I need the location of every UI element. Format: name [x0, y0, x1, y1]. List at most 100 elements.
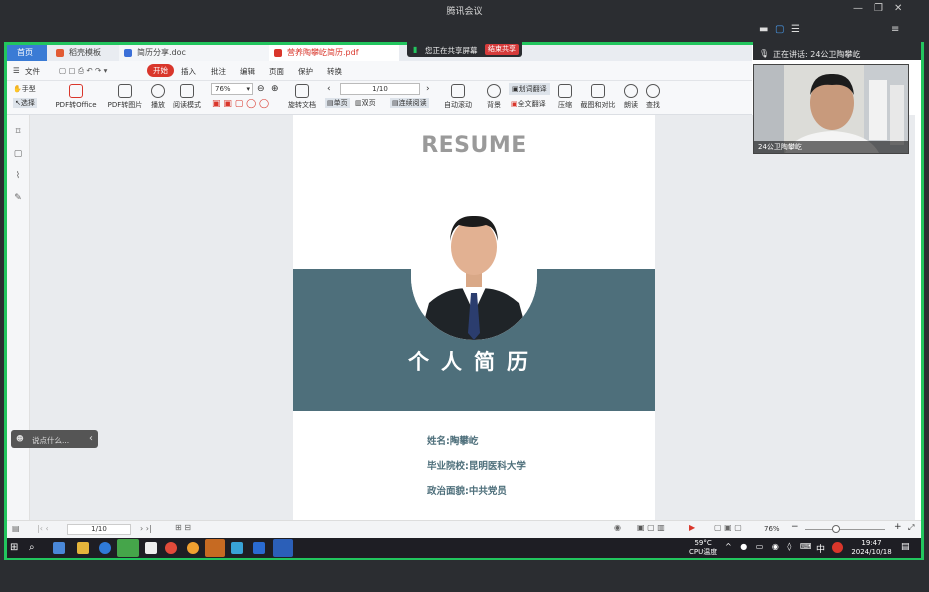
info-name-value: 陶攀屹: [449, 436, 479, 447]
input-method-icon[interactable]: [832, 542, 843, 553]
pdf-to-image-button[interactable]: PDF转图片: [105, 84, 145, 110]
display-icons[interactable]: ▢ ▣ ▢: [714, 523, 742, 532]
next-last-page-icons[interactable]: › ›|: [140, 524, 152, 533]
continuous-read-button[interactable]: ▤连续阅读: [390, 98, 429, 108]
notes-icon[interactable]: [145, 542, 157, 554]
search-button[interactable]: 查找: [643, 84, 663, 110]
single-page-button[interactable]: ▤单页: [325, 98, 350, 108]
panel-window-icon[interactable]: ▢: [775, 24, 784, 35]
edge-icon[interactable]: [99, 542, 111, 554]
select-tool[interactable]: ↖选择: [13, 98, 37, 108]
close-icon[interactable]: ✕: [894, 3, 902, 14]
read-mode-button[interactable]: 阅读模式: [171, 84, 203, 110]
chat-input[interactable]: ☻ 说点什么... ‹: [11, 430, 98, 448]
background-label: 背景: [487, 101, 501, 109]
clock[interactable]: 19:47 2024/10/18: [849, 539, 894, 557]
word-translate-button[interactable]: ▣划词翻译: [509, 83, 550, 95]
zoom-out-icon[interactable]: ⊖: [257, 84, 265, 94]
tab-resume-pdf[interactable]: 营养陶攀屹简历.pdf: [269, 45, 399, 61]
zoom-slider-handle[interactable]: [832, 525, 840, 533]
hand-tool[interactable]: ✋手型: [13, 84, 36, 94]
stop-share-button[interactable]: 结束共享: [485, 44, 519, 55]
menu-page[interactable]: 页面: [269, 66, 284, 77]
ime-indicator[interactable]: 中: [816, 542, 825, 555]
document-tab-bar: 首页 稻壳模板 简历分享.doc 营养陶攀屹简历.pdf: [7, 45, 752, 61]
minimize-icon[interactable]: —: [853, 3, 863, 14]
page-ops-icons[interactable]: ⊞ ⊟: [175, 523, 191, 532]
menu-file[interactable]: 文件: [25, 66, 40, 77]
attachment-icon[interactable]: ⌇: [13, 171, 23, 181]
thumbnail-icon[interactable]: ▢: [13, 149, 23, 159]
clock-date: 2024/10/18: [851, 548, 892, 556]
puzzle-app-icon[interactable]: [231, 542, 243, 554]
rotate-icon: [295, 84, 309, 98]
screen-share-bar: ▮ 您正在共享屏幕 结束共享: [407, 42, 522, 57]
menu-convert[interactable]: 转换: [327, 66, 342, 77]
menu-protect[interactable]: 保护: [298, 66, 313, 77]
zoom-in-icon[interactable]: ⊕: [271, 84, 279, 94]
chrome-icon[interactable]: [165, 542, 177, 554]
rotate-document-button[interactable]: 旋转文档: [287, 84, 317, 110]
status-page-input[interactable]: 1/10: [67, 524, 131, 535]
notification-icon[interactable]: ▤: [901, 542, 910, 552]
eye-icon[interactable]: ◉: [614, 523, 621, 532]
tab-home[interactable]: 首页: [7, 45, 47, 61]
full-translate-button[interactable]: ▣全文翻译: [511, 99, 546, 109]
zoom-slider[interactable]: [805, 529, 885, 530]
tab-resume-doc[interactable]: 简历分享.doc: [119, 45, 269, 61]
status-zoom-out-icon[interactable]: −: [791, 522, 799, 532]
windows-start-icon[interactable]: ⊞: [10, 542, 22, 554]
page-tools-icons[interactable]: ▣ ▣ ▢ ◯ ◯: [212, 99, 269, 109]
info-political: 政治面貌:中共党员: [427, 483, 507, 497]
sidebar-toggle-icon[interactable]: ▤: [12, 524, 20, 533]
menu-insert[interactable]: 插入: [181, 66, 196, 77]
menu-annotate[interactable]: 批注: [211, 66, 226, 77]
participant-name: 24公卫陶攀屹: [754, 141, 908, 153]
next-page-icon[interactable]: ›: [426, 84, 430, 94]
play-button[interactable]: 播放: [147, 84, 169, 110]
wps-pdf-icon[interactable]: [205, 539, 225, 557]
single-page-label: 单页: [333, 99, 348, 107]
file-explorer-icon[interactable]: [77, 542, 89, 554]
auto-scroll-button[interactable]: 自动滚动: [439, 84, 477, 110]
prev-page-icon[interactable]: ‹: [327, 84, 331, 94]
panel-list-icon[interactable]: ☰: [791, 24, 800, 35]
screenshot-compare-button[interactable]: 截图和对比: [579, 84, 617, 110]
emoji-icon[interactable]: ☻: [16, 434, 24, 443]
compress-button[interactable]: 压缩: [555, 84, 575, 110]
browser-icon[interactable]: [187, 542, 199, 554]
background-button[interactable]: 背景: [483, 84, 505, 110]
taskbar-search-icon[interactable]: ⌕: [29, 542, 41, 554]
panel-minimize-icon[interactable]: ▬: [759, 24, 768, 35]
hamburger-icon[interactable]: ☰: [13, 66, 20, 75]
first-prev-page-icons[interactable]: |‹ ‹: [37, 524, 49, 533]
quick-access-icons[interactable]: ▢ ▢ ⎙ ↶ ↷ ▾: [59, 66, 107, 76]
word-icon[interactable]: [273, 539, 293, 557]
restore-icon[interactable]: ❐: [874, 3, 883, 14]
pdf-status-bar: ▤ |‹ ‹ 1/10 › ›| ⊞ ⊟ ◉ ▣ ▢ ▥ ▶ ▢ ▣ ▢ 76%…: [7, 520, 921, 538]
page-number-input[interactable]: 1/10: [340, 83, 420, 95]
participant-video[interactable]: 24公卫陶攀屹: [753, 64, 909, 154]
wechat-icon[interactable]: [117, 539, 139, 557]
cpu-temp-value: 59°C: [694, 539, 712, 547]
signature-icon[interactable]: ✎: [13, 193, 23, 203]
search-icon: [646, 84, 660, 98]
view-mode-icons[interactable]: ▣ ▢ ▥: [637, 523, 665, 532]
tray-icons[interactable]: ^ ● ▭ ◉ ◊ ⌨: [725, 542, 814, 551]
pdf-to-office-button[interactable]: PDF转Office: [53, 84, 99, 110]
play-mode-icon[interactable]: ▶: [689, 523, 695, 532]
menu-edit[interactable]: 编辑: [240, 66, 255, 77]
status-zoom-value: 76%: [764, 525, 780, 533]
fullscreen-icon[interactable]: ⤢: [908, 523, 914, 533]
zoom-select[interactable]: 76% ▾: [211, 83, 253, 95]
bookmark-icon[interactable]: ⌑: [13, 127, 23, 137]
menu-start[interactable]: 开始: [147, 64, 174, 77]
tab-docer[interactable]: 稻壳模板: [51, 45, 117, 61]
status-zoom-in-icon[interactable]: +: [894, 522, 902, 532]
tencent-meeting-icon[interactable]: [253, 542, 265, 554]
taskbar-app-icon[interactable]: [53, 542, 65, 554]
read-aloud-button[interactable]: 朗读: [621, 84, 641, 110]
collapse-icon[interactable]: ‹: [89, 433, 93, 444]
double-page-button[interactable]: ▥双页: [355, 98, 376, 108]
panel-menu-icon[interactable]: ≡: [891, 24, 899, 35]
